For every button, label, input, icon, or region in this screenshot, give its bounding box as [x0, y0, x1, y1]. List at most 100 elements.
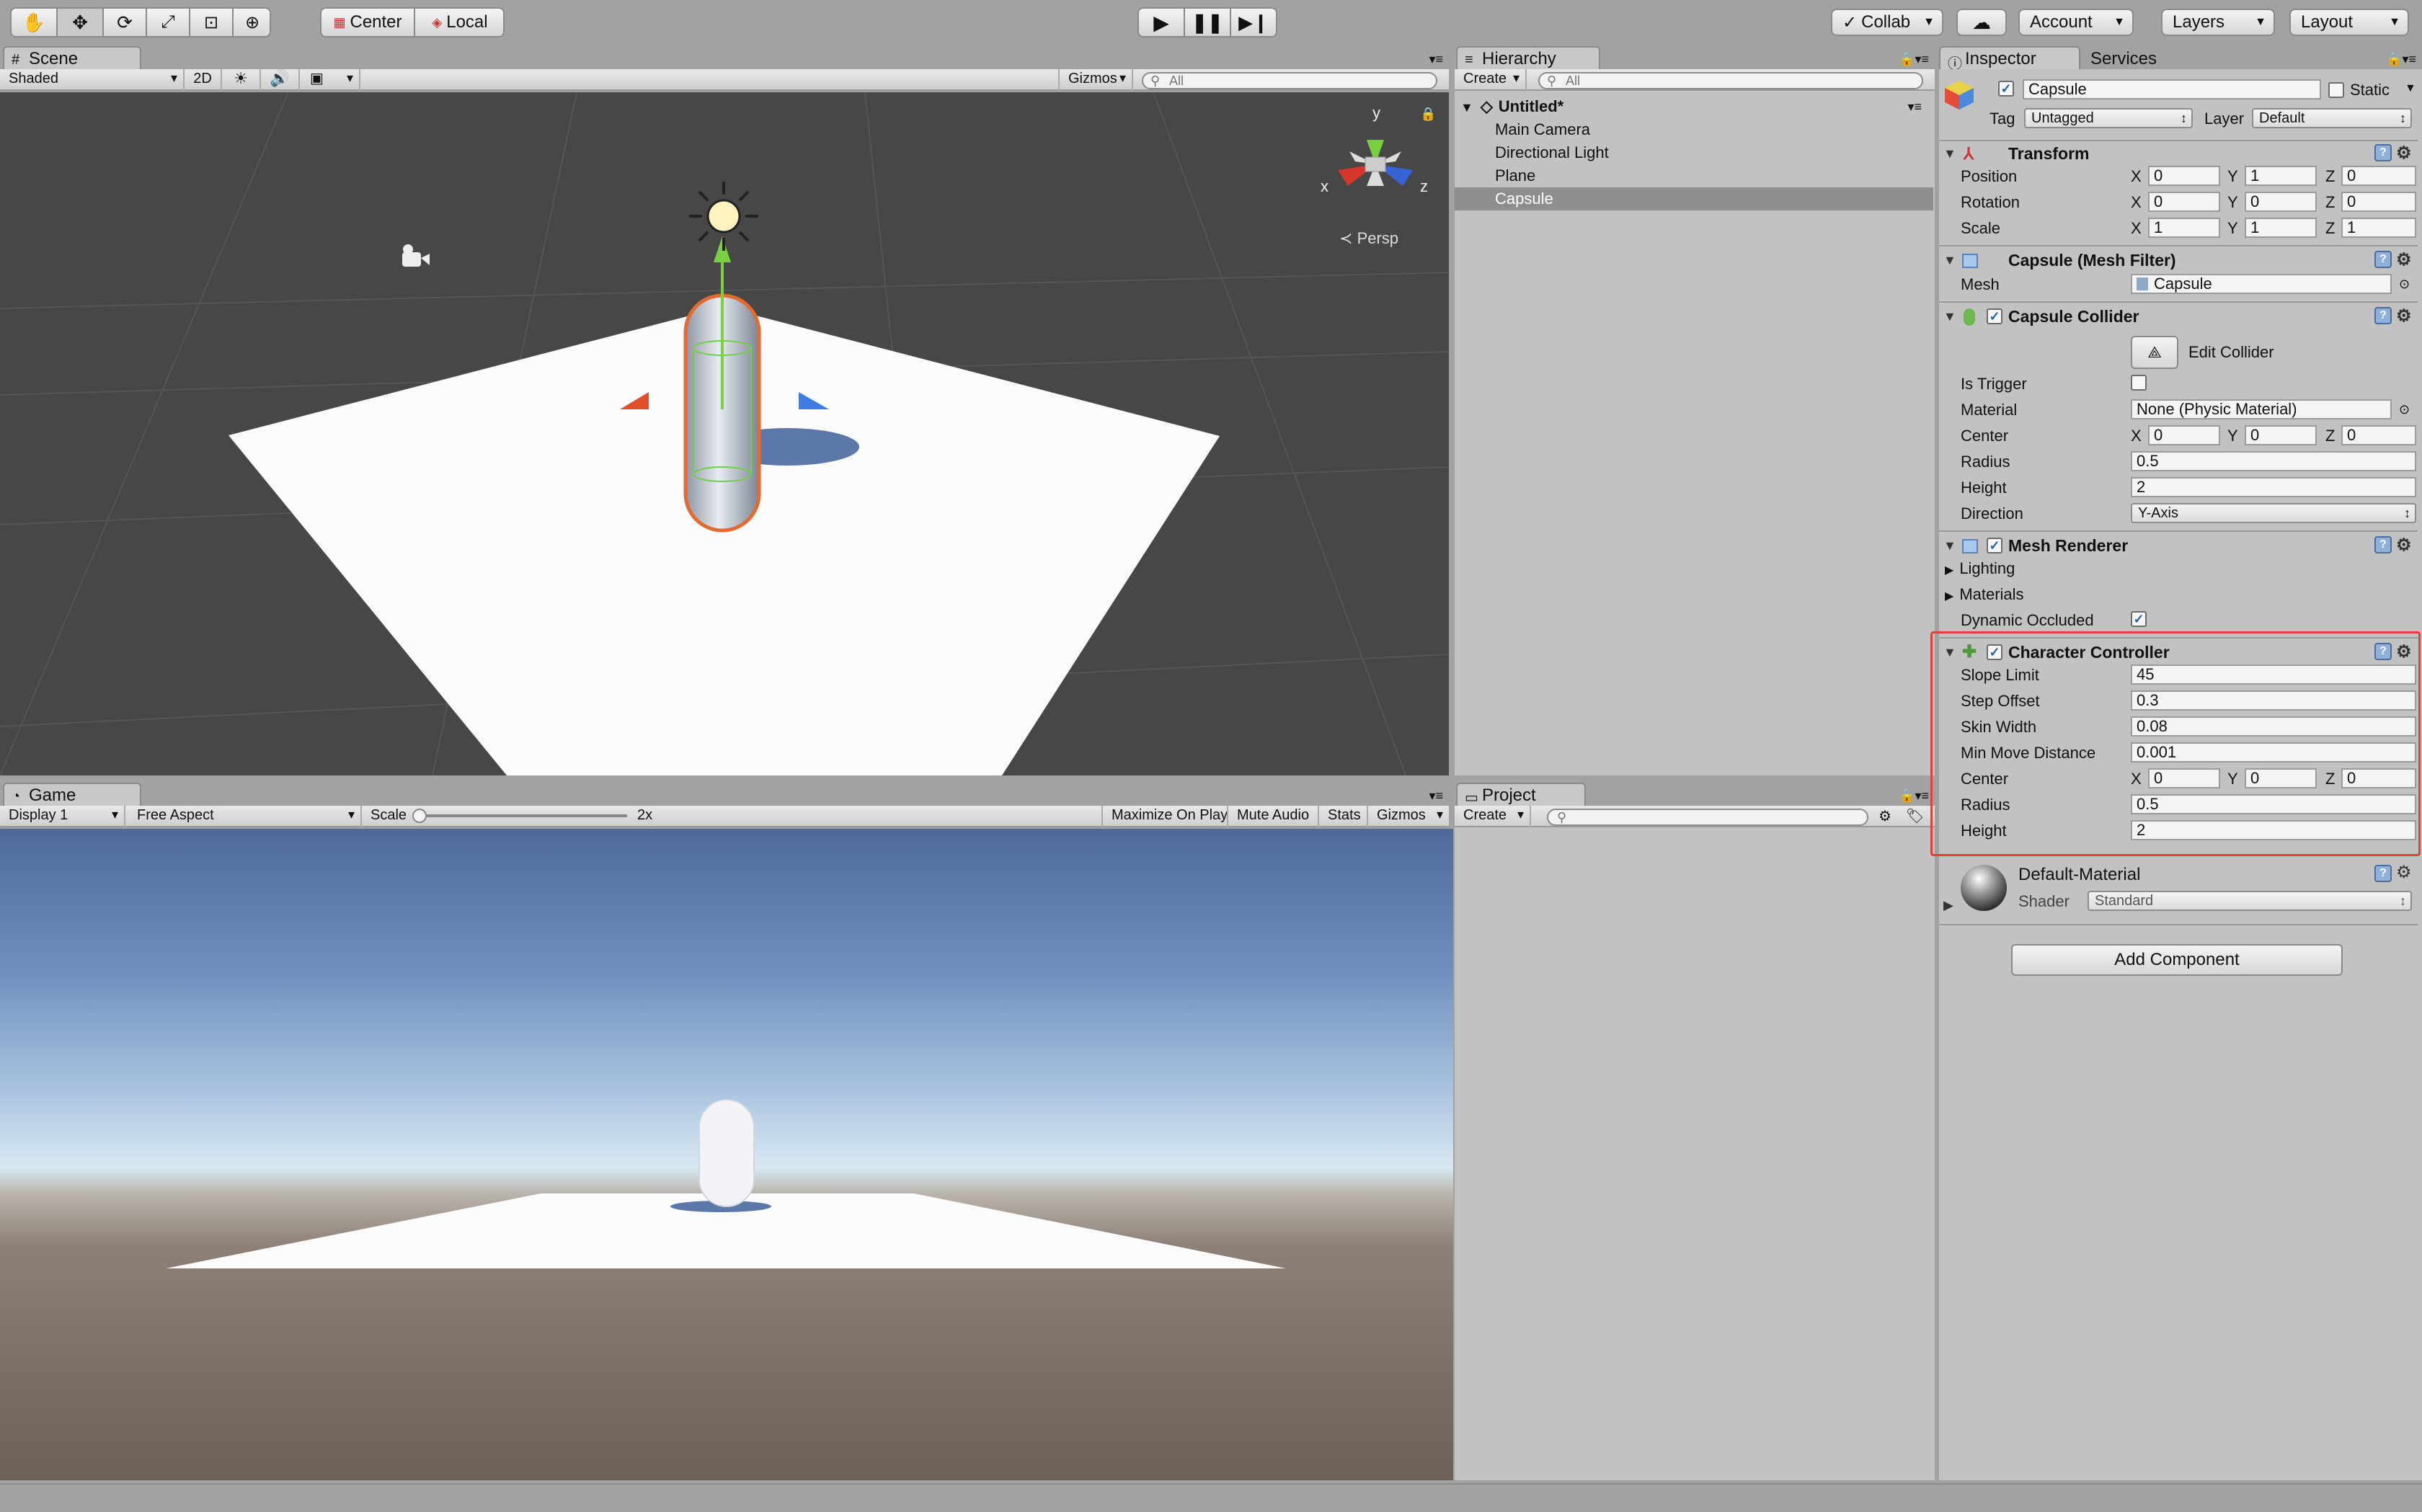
cc-height-field[interactable]: 2: [2131, 820, 2416, 840]
scene-effects-dropdown[interactable]: ▣: [300, 69, 360, 91]
character-controller-header[interactable]: ▼ ✚ ✓ Character Controller ? ⚙: [1939, 640, 2418, 664]
stats-toggle[interactable]: Stats: [1319, 806, 1368, 827]
lighting-foldout[interactable]: ▶ Lighting: [1945, 559, 2015, 578]
materials-foldout[interactable]: ▶ Materials: [1945, 585, 2024, 604]
row-menu-icon[interactable]: ▾≡: [1907, 95, 1922, 118]
collider-center-y-field[interactable]: 0: [2245, 425, 2317, 445]
shading-dropdown[interactable]: Shaded: [0, 69, 185, 91]
gear-icon[interactable]: ⚙: [2396, 248, 2412, 272]
account-dropdown[interactable]: Account ▼: [2018, 9, 2134, 36]
rotation-y-field[interactable]: 0: [2245, 192, 2317, 212]
scene-lighting-toggle[interactable]: ☀: [222, 69, 261, 91]
move-icon[interactable]: ✥: [58, 9, 104, 36]
mesh-filter-header[interactable]: ▼ Capsule (Mesh Filter) ? ⚙: [1939, 248, 2418, 272]
static-checkbox[interactable]: [2328, 82, 2344, 98]
rect-tool-icon[interactable]: ⊡: [190, 9, 234, 36]
mesh-field[interactable]: Capsule: [2131, 274, 2392, 294]
scale-icon[interactable]: ⤢: [147, 9, 190, 36]
tab-hierarchy[interactable]: ≡ Hierarchy: [1456, 46, 1600, 69]
collider-direction-dropdown[interactable]: Y-Axis: [2131, 503, 2416, 523]
static-dropdown-icon[interactable]: ▼: [2405, 82, 2416, 95]
pivot-center-button[interactable]: ▦ Center: [321, 9, 415, 36]
collab-button[interactable]: ✓ Collab ▼: [1831, 9, 1943, 36]
slope-limit-field[interactable]: 45: [2131, 664, 2416, 685]
gear-icon[interactable]: ⚙: [2396, 640, 2412, 664]
pivot-local-button[interactable]: ◈ Local: [415, 9, 505, 36]
object-picker-icon[interactable]: ⊙: [2399, 277, 2410, 292]
capsule-collider-enabled-checkbox[interactable]: ✓: [1987, 308, 2002, 324]
help-icon[interactable]: ?: [2374, 307, 2392, 324]
scene-search-input[interactable]: ⚲ All: [1142, 72, 1437, 89]
display-dropdown[interactable]: Display 1: [0, 806, 125, 827]
step-offset-field[interactable]: 0.3: [2131, 690, 2416, 711]
hierarchy-item-directional-light[interactable]: Directional Light: [1455, 141, 1930, 164]
is-trigger-checkbox[interactable]: [2131, 375, 2147, 391]
tag-dropdown[interactable]: Untagged: [2024, 108, 2193, 128]
hierarchy-item-capsule[interactable]: Capsule: [1455, 187, 1933, 210]
panel-menu-icon[interactable]: ▾≡: [1429, 788, 1443, 804]
edit-collider-button[interactable]: ⟁: [2131, 336, 2178, 369]
hand-icon[interactable]: ✋: [12, 9, 58, 36]
game-viewport[interactable]: [0, 829, 1453, 1480]
hierarchy-item-main-camera[interactable]: Main Camera: [1455, 118, 1930, 141]
scale-x-field[interactable]: 1: [2148, 218, 2220, 238]
add-component-button[interactable]: Add Component: [2011, 944, 2343, 976]
collider-radius-field[interactable]: 0.5: [2131, 451, 2416, 471]
toggle-2d-button[interactable]: 2D: [185, 69, 222, 91]
mesh-renderer-header[interactable]: ▼ ✓ Mesh Renderer ? ⚙: [1939, 533, 2418, 558]
label-tag-icon[interactable]: 🏷: [1906, 807, 1924, 825]
chevron-right-icon[interactable]: ▶: [1943, 898, 1953, 913]
project-search-input[interactable]: ⚲: [1547, 809, 1868, 826]
help-icon[interactable]: ?: [2374, 536, 2392, 553]
min-move-distance-field[interactable]: 0.001: [2131, 742, 2416, 762]
cc-center-y-field[interactable]: 0: [2245, 768, 2317, 788]
scene-audio-toggle[interactable]: 🔊: [261, 69, 300, 91]
character-controller-enabled-checkbox[interactable]: ✓: [1987, 644, 2002, 660]
mesh-renderer-enabled-checkbox[interactable]: ✓: [1987, 538, 2002, 553]
hierarchy-create-dropdown[interactable]: Create: [1455, 69, 1527, 91]
panel-menu-icon[interactable]: ▾≡: [1429, 52, 1443, 67]
pause-button[interactable]: ❚❚: [1185, 9, 1231, 36]
step-button[interactable]: ▶❙: [1231, 9, 1276, 36]
cc-center-z-field[interactable]: 0: [2341, 768, 2416, 788]
tab-project[interactable]: ▭ Project: [1456, 783, 1586, 806]
persp-label[interactable]: ≺ Persp: [1339, 229, 1398, 248]
game-gizmos-dropdown[interactable]: Gizmos: [1368, 806, 1449, 827]
orientation-gizmo[interactable]: [1338, 140, 1413, 186]
collider-center-z-field[interactable]: 0: [2341, 425, 2416, 445]
rotation-x-field[interactable]: 0: [2148, 192, 2220, 212]
cloud-button[interactable]: ☁: [1956, 9, 2007, 36]
maximize-on-play-toggle[interactable]: Maximize On Play: [1101, 806, 1228, 827]
scale-y-field[interactable]: 1: [2245, 218, 2317, 238]
transform-header[interactable]: ▼ ⅄ Transform ? ⚙: [1939, 141, 2418, 166]
tab-game[interactable]: ◔ Game: [3, 783, 141, 806]
layer-dropdown[interactable]: Default: [2252, 108, 2412, 128]
active-checkbox[interactable]: ✓: [1998, 81, 2014, 97]
transform-icon[interactable]: ⊕: [234, 9, 271, 36]
help-icon[interactable]: ?: [2374, 643, 2392, 660]
dynamic-occluded-checkbox[interactable]: ✓: [2131, 611, 2147, 627]
help-icon[interactable]: ?: [2374, 144, 2392, 161]
rotation-z-field[interactable]: 0: [2341, 192, 2416, 212]
tab-inspector[interactable]: ⓘ Inspector: [1939, 46, 2080, 72]
position-y-field[interactable]: 1: [2245, 166, 2317, 186]
collider-height-field[interactable]: 2: [2131, 477, 2416, 497]
tab-scene[interactable]: # Scene: [3, 46, 141, 69]
layout-dropdown[interactable]: Layout ▼: [2289, 9, 2409, 36]
skin-width-field[interactable]: 0.08: [2131, 716, 2416, 737]
tab-services[interactable]: Services: [2090, 49, 2157, 69]
gear-icon[interactable]: ⚙: [2396, 533, 2412, 558]
panel-menu-icon[interactable]: 🔒▾≡: [2386, 52, 2416, 67]
scale-z-field[interactable]: 1: [2341, 218, 2416, 238]
capsule-collider-header[interactable]: ▼ ✓ Capsule Collider ? ⚙: [1939, 304, 2418, 329]
collider-material-field[interactable]: None (Physic Material): [2131, 399, 2392, 419]
object-picker-icon[interactable]: ⊙: [2399, 402, 2410, 417]
aspect-dropdown[interactable]: Free Aspect: [128, 806, 362, 827]
scale-slider[interactable]: Scale 2x: [362, 806, 679, 827]
gear-icon[interactable]: ⚙: [2396, 862, 2412, 883]
filter-type-icon[interactable]: ⚙: [1878, 807, 1891, 825]
scene-viewport[interactable]: y x z 🔒 ≺ Persp: [0, 92, 1449, 775]
mute-audio-toggle[interactable]: Mute Audio: [1228, 806, 1319, 827]
hierarchy-search-input[interactable]: ⚲ All: [1538, 72, 1923, 89]
cc-center-x-field[interactable]: 0: [2148, 768, 2220, 788]
